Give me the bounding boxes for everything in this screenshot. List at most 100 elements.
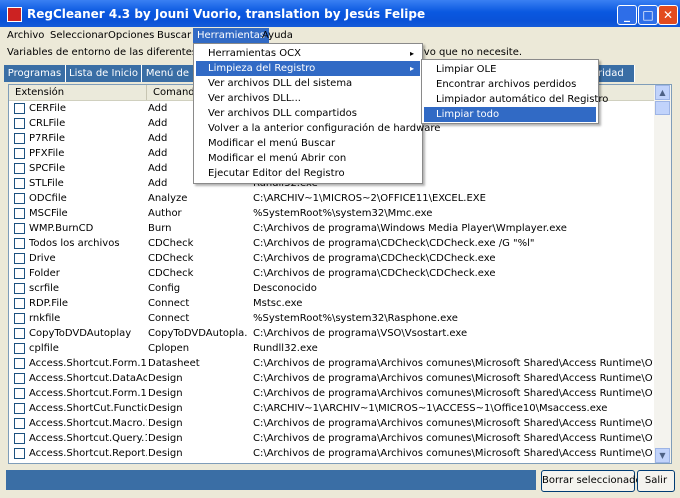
scroll-up-arrow-icon[interactable]: ▲ bbox=[655, 85, 670, 100]
menu-opciones[interactable]: Opciones bbox=[104, 28, 158, 44]
title-bar[interactable]: RegCleaner 4.3 by Jouni Vuorio, translat… bbox=[0, 0, 680, 30]
herramientas-menu: Herramientas OCX ▸ Limpieza del Registro ▸ V… bbox=[193, 43, 440, 184]
table-row[interactable]: cplfile Cplopen Rundll32.exe bbox=[9, 341, 655, 356]
row-checkbox[interactable] bbox=[14, 163, 25, 174]
menu-seleccionar[interactable]: Seleccionar bbox=[46, 28, 112, 44]
tab-menu[interactable]: Menú de bbox=[142, 65, 194, 82]
minimize-button[interactable]: _ bbox=[617, 5, 637, 25]
cell-command: Design bbox=[148, 403, 183, 414]
scroll-down-arrow-icon[interactable]: ▼ bbox=[655, 448, 670, 463]
row-checkbox[interactable] bbox=[14, 238, 25, 249]
row-checkbox[interactable] bbox=[14, 358, 25, 369]
table-row[interactable]: WMP.BurnCD Burn C:\Archivos de programa\Wi… bbox=[9, 221, 655, 236]
column-extension[interactable]: Extensión bbox=[9, 85, 147, 100]
limpieza-submenu-item[interactable]: Limpiar OLE bbox=[424, 62, 596, 77]
table-row[interactable]: ODCfile Analyze C:\ARCHIV~1\MICROS~2\OFFIC… bbox=[9, 191, 655, 206]
row-checkbox[interactable] bbox=[14, 103, 25, 114]
cell-extension: Folder bbox=[29, 268, 60, 279]
cell-command: Cplopen bbox=[148, 343, 190, 354]
cell-command: CDCheck bbox=[148, 253, 194, 264]
cell-extension: SPCFile bbox=[29, 163, 66, 174]
cell-extension: CopyToDVDAutoplay bbox=[29, 328, 132, 339]
row-checkbox[interactable] bbox=[14, 418, 25, 429]
table-row[interactable]: Access.Shortcut.Report.1 Design C:\Archivo… bbox=[9, 446, 655, 461]
table-row[interactable]: CopyToDVDAutoplay CopyToDVDAutopla... C:\A… bbox=[9, 326, 655, 341]
table-row[interactable]: Todos los archivos CDCheck C:\Archivos de … bbox=[9, 236, 655, 251]
herramientas-menu-item[interactable]: Herramientas OCX ▸ bbox=[196, 46, 420, 61]
row-checkbox[interactable] bbox=[14, 178, 25, 189]
cell-extension: Access.Shortcut.Macro.1 bbox=[29, 418, 147, 429]
cell-value: C:\Archivos de programa\Archivos comunes… bbox=[253, 358, 653, 369]
herramientas-menu-item[interactable]: Ver archivos DLL... bbox=[196, 91, 420, 106]
herramientas-menu-item-label: Ver archivos DLL compartidos bbox=[208, 108, 357, 119]
vertical-scrollbar[interactable]: ▲ ▼ bbox=[654, 85, 671, 463]
cell-extension: WMP.BurnCD bbox=[29, 223, 94, 234]
herramientas-menu-item[interactable]: Limpieza del Registro ▸ bbox=[196, 61, 420, 76]
salir-button[interactable]: Salir bbox=[637, 470, 675, 492]
menu-buscar[interactable]: Buscar bbox=[153, 28, 195, 44]
row-checkbox[interactable] bbox=[14, 283, 25, 294]
table-row[interactable]: MSCFile Author %SystemRoot%\system32\Mmc.e… bbox=[9, 206, 655, 221]
row-checkbox[interactable] bbox=[14, 388, 25, 399]
tab-lista-inicio[interactable]: Lista de Inicio bbox=[66, 65, 142, 82]
table-row[interactable]: Access.ShortCut.Functio... Design C:\ARCHI… bbox=[9, 401, 655, 416]
row-checkbox[interactable] bbox=[14, 403, 25, 414]
herramientas-menu-item[interactable]: Volver a la anterior configuración de ha… bbox=[196, 121, 440, 136]
row-checkbox[interactable] bbox=[14, 343, 25, 354]
cell-command: CDCheck bbox=[148, 238, 194, 249]
row-checkbox[interactable] bbox=[14, 223, 25, 234]
limpieza-submenu-item[interactable]: Encontrar archivos perdidos bbox=[424, 77, 596, 92]
herramientas-menu-item[interactable]: Ver archivos DLL del sistema bbox=[196, 76, 420, 91]
row-checkbox[interactable] bbox=[14, 298, 25, 309]
row-checkbox[interactable] bbox=[14, 268, 25, 279]
close-button[interactable]: ✕ bbox=[658, 5, 678, 25]
cell-extension: RDP.File bbox=[29, 298, 69, 309]
herramientas-menu-item-label: Ver archivos DLL del sistema bbox=[208, 78, 353, 89]
table-row[interactable]: RDP.File Connect Mstsc.exe bbox=[9, 296, 655, 311]
borrar-seleccionado-button[interactable]: Borrar seleccionado bbox=[541, 470, 642, 492]
row-checkbox[interactable] bbox=[14, 208, 25, 219]
scroll-thumb[interactable] bbox=[655, 101, 670, 115]
menu-ayuda[interactable]: Ayuda bbox=[258, 28, 297, 44]
cell-command: Connect bbox=[148, 298, 190, 309]
table-row[interactable]: rnkfile Connect %SystemRoot%\system32\Rasp… bbox=[9, 311, 655, 326]
cell-extension: Access.Shortcut.DataAc... bbox=[29, 373, 147, 384]
cell-command: Design bbox=[148, 448, 183, 459]
menu-archivo[interactable]: Archivo bbox=[3, 28, 48, 44]
cell-command: Config bbox=[148, 283, 181, 294]
row-checkbox[interactable] bbox=[14, 253, 25, 264]
maximize-button[interactable]: □ bbox=[638, 5, 658, 25]
row-checkbox[interactable] bbox=[14, 373, 25, 384]
herramientas-menu-item[interactable]: Ver archivos DLL compartidos bbox=[196, 106, 420, 121]
limpieza-submenu-item[interactable]: Limpiar todo bbox=[424, 107, 596, 122]
herramientas-menu-item-label: Ver archivos DLL... bbox=[208, 93, 301, 104]
row-checkbox[interactable] bbox=[14, 313, 25, 324]
cell-value: %SystemRoot%\system32\Rasphone.exe bbox=[253, 313, 458, 324]
table-row[interactable]: Access.Shortcut.Form.1 Datasheet C:\Archiv… bbox=[9, 356, 655, 371]
cell-extension: scrfile bbox=[29, 283, 60, 294]
table-row[interactable]: scrfile Config Desconocido bbox=[9, 281, 655, 296]
row-checkbox[interactable] bbox=[14, 448, 25, 459]
row-checkbox[interactable] bbox=[14, 148, 25, 159]
limpieza-submenu-item-label: Limpiar todo bbox=[436, 109, 500, 120]
table-row[interactable]: Access.Shortcut.DataAc... Design C:\Archiv… bbox=[9, 371, 655, 386]
cell-value: Desconocido bbox=[253, 283, 317, 294]
tab-programas[interactable]: Programas bbox=[4, 65, 66, 82]
row-checkbox[interactable] bbox=[14, 118, 25, 129]
cell-extension: Access.Shortcut.Form.1 bbox=[29, 358, 147, 369]
row-checkbox[interactable] bbox=[14, 133, 25, 144]
row-checkbox[interactable] bbox=[14, 193, 25, 204]
herramientas-menu-item-label: Modificar el menú Buscar bbox=[208, 138, 336, 149]
herramientas-menu-item[interactable]: Modificar el menú Abrir con bbox=[196, 151, 420, 166]
table-row[interactable]: Access.Shortcut.Query.1 Design C:\Archivos… bbox=[9, 431, 655, 446]
herramientas-menu-item[interactable]: Ejecutar Editor del Registro bbox=[196, 166, 420, 181]
table-row[interactable]: Access.Shortcut.Macro.1 Design C:\Archivos… bbox=[9, 416, 655, 431]
table-row[interactable]: Folder CDCheck C:\Archivos de programa\CDC… bbox=[9, 266, 655, 281]
herramientas-menu-item-label: Modificar el menú Abrir con bbox=[208, 153, 347, 164]
herramientas-menu-item[interactable]: Modificar el menú Buscar bbox=[196, 136, 420, 151]
row-checkbox[interactable] bbox=[14, 433, 25, 444]
row-checkbox[interactable] bbox=[14, 328, 25, 339]
table-row[interactable]: Access.Shortcut.Form.1 Design C:\Archivos … bbox=[9, 386, 655, 401]
limpieza-submenu-item[interactable]: Limpiador automático del Registro bbox=[424, 92, 608, 107]
table-row[interactable]: Drive CDCheck C:\Archivos de programa\CDCh… bbox=[9, 251, 655, 266]
